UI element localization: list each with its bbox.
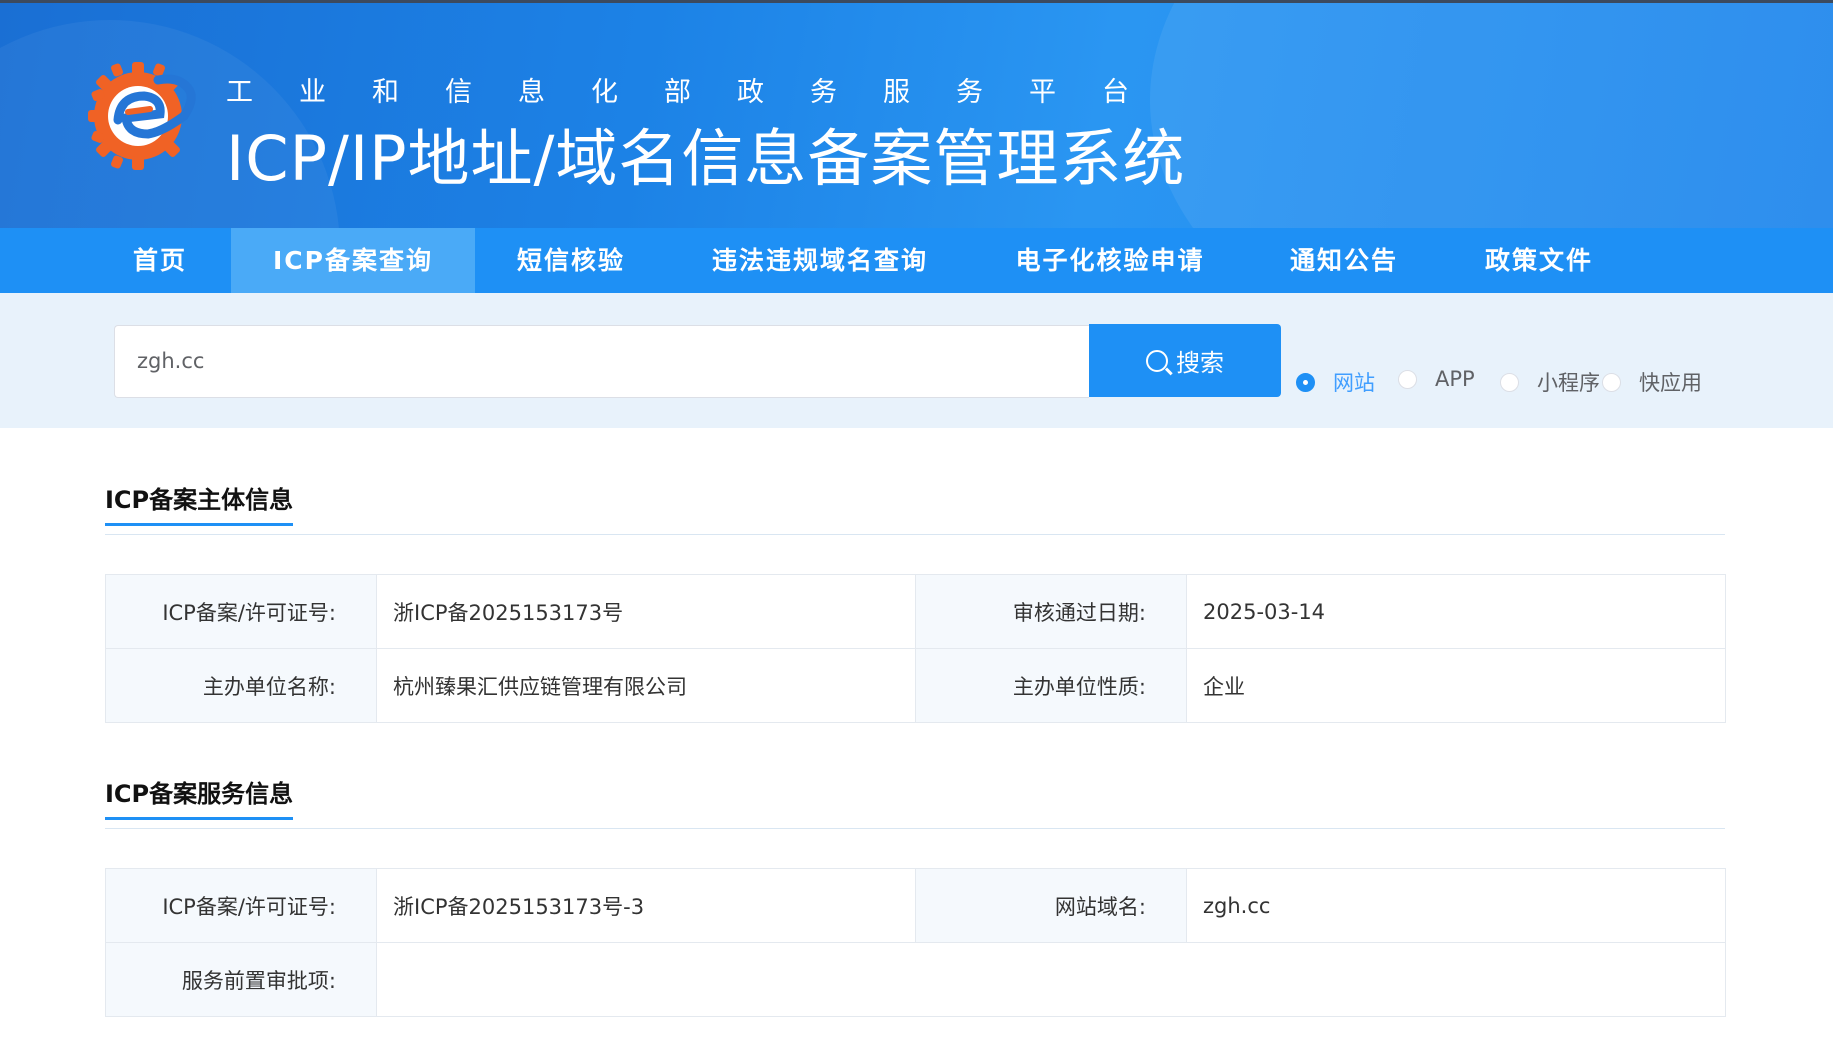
radio-mini-program[interactable]: 小程序 bbox=[1500, 367, 1600, 397]
miit-logo-icon bbox=[88, 62, 196, 170]
table-row: 主办单位名称: 杭州臻果汇供应链管理有限公司 主办单位性质: 企业 bbox=[105, 648, 1726, 723]
search-button-label: 搜索 bbox=[1176, 349, 1224, 377]
nav-item-sms-verify[interactable]: 短信核验 bbox=[498, 228, 644, 293]
radio-label: APP bbox=[1435, 367, 1475, 391]
service-info-table: ICP备案/许可证号: 浙ICP备2025153173号-3 网站域名: zgh… bbox=[105, 868, 1726, 1017]
platform-subtitle: 工业和信息化部政务服务平台 bbox=[226, 77, 1175, 108]
label-organizer-type: 主办单位性质: bbox=[915, 648, 1187, 723]
radio-dot-icon bbox=[1296, 372, 1315, 392]
main-nav: 首页 ICP备案查询 短信核验 违法违规域名查询 电子化核验申请 通知公告 政策… bbox=[0, 228, 1833, 293]
radio-label: 小程序 bbox=[1537, 371, 1600, 395]
nav-item-policy-docs[interactable]: 政策文件 bbox=[1470, 228, 1608, 293]
value-organizer-type: 企业 bbox=[1186, 648, 1726, 723]
nav-item-icp-query[interactable]: ICP备案查询 bbox=[231, 228, 475, 293]
value-license-number: 浙ICP备2025153173号 bbox=[376, 574, 916, 649]
radio-dot-icon bbox=[1602, 372, 1621, 392]
system-title: ICP/IP地址/域名信息备案管理系统 bbox=[226, 122, 1186, 195]
label-service-license-number: ICP备案/许可证号: bbox=[105, 868, 377, 943]
label-website-domain: 网站域名: bbox=[915, 868, 1187, 943]
value-approval-date: 2025-03-14 bbox=[1186, 574, 1726, 649]
radio-dot-icon bbox=[1398, 369, 1417, 389]
radio-app[interactable]: APP bbox=[1398, 367, 1475, 391]
search-button[interactable]: 搜索 bbox=[1089, 324, 1281, 397]
section-title-subject-info: ICP备案主体信息 bbox=[105, 480, 294, 526]
search-band: zgh.cc 搜索 网站 APP 小程序 快应用 bbox=[0, 293, 1833, 428]
nav-item-home[interactable]: 首页 bbox=[108, 228, 212, 293]
table-row: 服务前置审批项: bbox=[105, 942, 1726, 1017]
radio-dot-icon bbox=[1500, 372, 1519, 392]
nav-item-notices[interactable]: 通知公告 bbox=[1276, 228, 1412, 293]
radio-label: 网站 bbox=[1333, 371, 1375, 395]
search-input[interactable]: zgh.cc bbox=[114, 325, 1089, 398]
section-divider bbox=[105, 534, 1725, 535]
nav-item-illegal-domain-query[interactable]: 违法违规域名查询 bbox=[696, 228, 944, 293]
subject-info-table: ICP备案/许可证号: 浙ICP备2025153173号 审核通过日期: 202… bbox=[105, 574, 1726, 723]
value-organizer-name: 杭州臻果汇供应链管理有限公司 bbox=[376, 648, 916, 723]
radio-quick-app[interactable]: 快应用 bbox=[1602, 367, 1702, 397]
table-row: ICP备案/许可证号: 浙ICP备2025153173号-3 网站域名: zgh… bbox=[105, 868, 1726, 943]
value-website-domain: zgh.cc bbox=[1186, 868, 1726, 943]
label-pre-approval-items: 服务前置审批项: bbox=[105, 942, 377, 1017]
radio-label: 快应用 bbox=[1639, 371, 1702, 395]
nav-item-e-verify-apply[interactable]: 电子化核验申请 bbox=[998, 228, 1222, 293]
label-license-number: ICP备案/许可证号: bbox=[105, 574, 377, 649]
label-approval-date: 审核通过日期: bbox=[915, 574, 1187, 649]
section-title-service-info: ICP备案服务信息 bbox=[105, 774, 294, 820]
radio-website[interactable]: 网站 bbox=[1296, 367, 1375, 397]
header-banner: 工业和信息化部政务服务平台 ICP/IP地址/域名信息备案管理系统 bbox=[0, 0, 1833, 228]
section-divider bbox=[105, 828, 1725, 829]
value-service-license-number: 浙ICP备2025153173号-3 bbox=[376, 868, 916, 943]
table-row: ICP备案/许可证号: 浙ICP备2025153173号 审核通过日期: 202… bbox=[105, 574, 1726, 649]
search-icon bbox=[1146, 349, 1168, 372]
banner-top-line bbox=[0, 0, 1833, 3]
label-organizer-name: 主办单位名称: bbox=[105, 648, 377, 723]
value-pre-approval-items bbox=[376, 942, 1726, 1017]
